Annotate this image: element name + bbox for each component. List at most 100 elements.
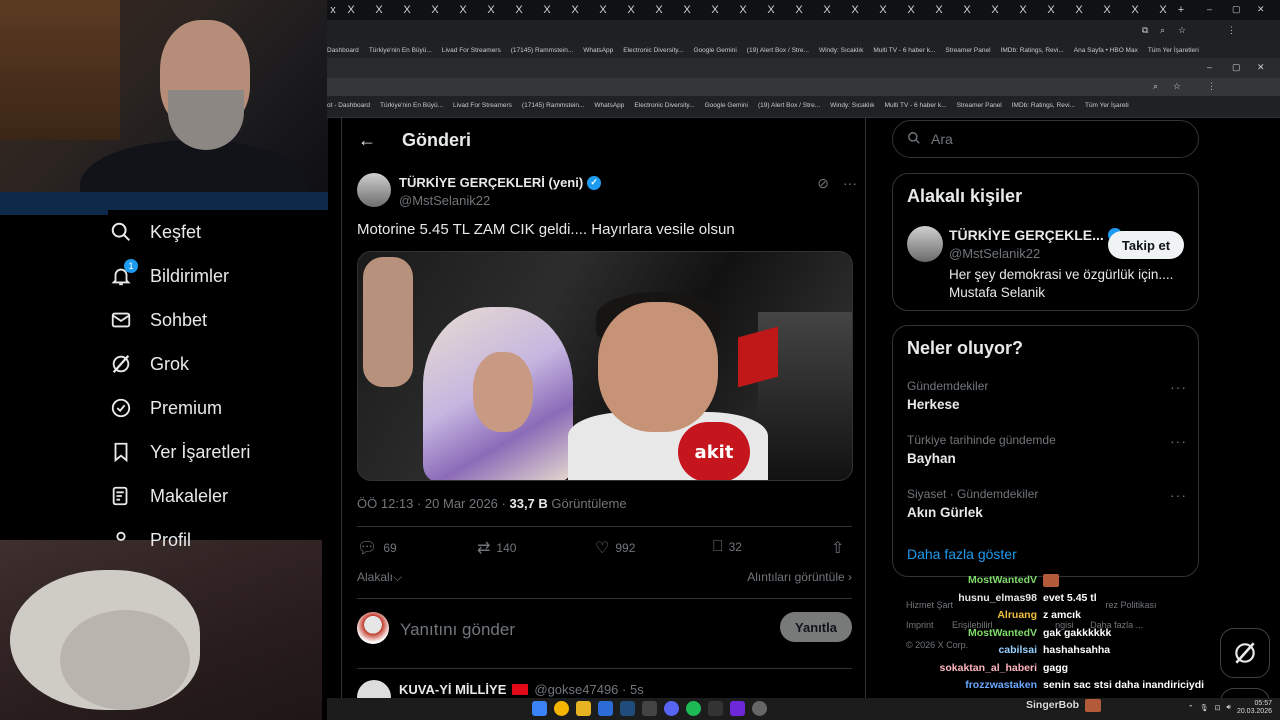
back-arrow-icon[interactable]: ← [358, 130, 376, 151]
reply-input[interactable]: Yanıtını gönder [400, 620, 515, 640]
bookmark-item[interactable]: (19) Alert Box / Stre... [747, 47, 809, 54]
verified-icon: ✓ [587, 175, 602, 190]
relevant-handle[interactable]: @MstSelanik22 [949, 246, 1040, 261]
bookmark-item[interactable]: Ana Sayfa • HBO Max [1074, 47, 1138, 54]
repost-button[interactable]: ⇄ 140 [477, 538, 516, 558]
chat-message: cabilsai hashahsahha [920, 644, 1110, 656]
chat-username: sokaktan_al_haberi [939, 661, 1037, 674]
like-button[interactable]: ♡ 992 [595, 538, 635, 558]
bookmark-item[interactable]: Windy: Sıcaklık [819, 47, 863, 54]
search-input[interactable]: Ara [892, 120, 1199, 158]
nav-messages[interactable]: Sohbet [108, 298, 318, 342]
app-icon[interactable] [752, 701, 767, 716]
clock[interactable]: 05:57 20.03.2026 [1237, 700, 1272, 716]
more-icon[interactable]: ··· [843, 175, 857, 192]
reply-submit-button[interactable]: Yanıtla [780, 612, 852, 642]
bookmark-item[interactable]: Türkiye'nin En Büyü... [369, 47, 432, 54]
nav-notifications[interactable]: 1 Bildirimler [108, 254, 318, 298]
nav-explore[interactable]: Keşfet [108, 210, 318, 254]
bookmark-item[interactable]: Multi TV - 6 haber k... [885, 102, 947, 109]
bookmark-item[interactable]: Tüm Yer İşaretleri [1148, 47, 1199, 54]
bookmark-item[interactable]: Livad For Streamers [453, 102, 512, 109]
folder-icon[interactable] [576, 701, 591, 716]
more-icon[interactable]: ··· [1170, 379, 1187, 395]
reply-button[interactable]: 💬︎ 69 [357, 538, 397, 558]
chat-username: husnu_elmas98 [958, 591, 1037, 604]
nav-profile[interactable]: Profil [108, 518, 318, 562]
steam-icon[interactable] [620, 701, 635, 716]
nav-grok[interactable]: Grok [108, 342, 318, 386]
post-media[interactable]: akit [357, 251, 853, 481]
bookmark-item[interactable]: (17145) Rammstein... [522, 102, 585, 109]
spotify-icon[interactable] [686, 701, 701, 716]
related-dropdown[interactable]: Alakalı⌵ [357, 570, 402, 584]
chat-message: frozzwastaken senin sac stsi daha inandir… [920, 679, 1204, 691]
avatar[interactable] [357, 173, 391, 207]
bookmark-item[interactable]: Multi TV - 6 haber k... [873, 47, 935, 54]
url-bar[interactable]: ⌕ ☆ ⋮ [327, 78, 1280, 96]
app-icon[interactable] [708, 701, 723, 716]
more-icon[interactable]: ··· [1170, 487, 1187, 503]
app-icon[interactable] [598, 701, 613, 716]
view-quotes-link[interactable]: Alıntıları görüntüle › [747, 570, 852, 584]
app-icon[interactable] [642, 701, 657, 716]
bookmark-item[interactable]: IMDb: Ratings, Revi... [1012, 102, 1075, 109]
reply-icon: 💬︎ [357, 540, 378, 557]
bookmark-item[interactable]: WhatsApp [583, 47, 613, 54]
trend-item[interactable]: Siyaset · Gündemdekiler Akın Gürlek ··· [907, 487, 1187, 520]
more-icon[interactable]: ··· [1170, 433, 1187, 449]
share-button[interactable]: ⇧ [831, 538, 844, 558]
bookmark-item[interactable]: IMDb: Ratings, Revi... [1001, 47, 1064, 54]
nav-bookmarks[interactable]: Yer İşaretleri [108, 430, 318, 474]
trend-item[interactable]: Türkiye tarihinde gündemde Bayhan ··· [907, 433, 1187, 466]
relevant-name[interactable]: TÜRKİYE GERÇEKLE... [949, 227, 1104, 243]
discord-icon[interactable] [664, 701, 679, 716]
bookmark-item[interactable]: Livad For Streamers [442, 47, 501, 54]
avatar[interactable] [907, 226, 943, 262]
network-icon[interactable]: ⊡ [1215, 704, 1221, 712]
bookmark-button[interactable]: ⎕ 32 [713, 538, 742, 556]
bookmark-item[interactable]: Streamer Panel [945, 47, 990, 54]
mic-icon[interactable]: 🎙︎ [1200, 704, 1209, 712]
bookmark-item[interactable]: Dashboard [327, 47, 359, 54]
windows-start-icon[interactable] [532, 701, 547, 716]
bookmark-item[interactable]: Türkiye'nin En Büyü... [380, 102, 443, 109]
volume-icon[interactable]: 🔊︎ [1227, 704, 1231, 712]
author-name-wrap[interactable]: TÜRKİYE GERÇEKLERİ (yeni) ✓ [399, 175, 602, 190]
relevant-name-wrap[interactable]: TÜRKİYE GERÇEKLE...✓ [949, 227, 1122, 243]
left-navigation: Keşfet 1 Bildirimler Sohbet Grok Premium… [108, 210, 328, 550]
bookmark-item[interactable]: Streamer Panel [957, 102, 1002, 109]
bookmark-item[interactable]: ot - Dashboard [327, 102, 370, 109]
bookmark-item[interactable]: Windy: Sıcaklık [830, 102, 874, 109]
post-time[interactable]: ÖÖ 12:13 · 20 Mar 2026 · [357, 496, 506, 511]
follow-button[interactable]: Takip et [1108, 231, 1184, 259]
reply-author-name[interactable]: KUVA-Yİ MİLLİYE [399, 682, 506, 697]
article-icon [108, 483, 134, 509]
show-more-link[interactable]: Daha fazla göster [907, 546, 1017, 562]
chrome-icon[interactable] [554, 701, 569, 716]
taskbar: ⌃ 🎙︎ ⊡ 🔊︎ 05:57 20.03.2026 [327, 698, 1280, 720]
author-handle[interactable]: @MstSelanik22 [399, 193, 490, 208]
grok-floating-button[interactable] [1220, 628, 1270, 678]
chevron-up-icon[interactable]: ⌃ [1188, 704, 1194, 712]
nav-articles[interactable]: Makaleler [108, 474, 318, 518]
bookmark-item[interactable]: Electronic Diversity... [623, 47, 683, 54]
bookmark-item[interactable]: WhatsApp [594, 102, 624, 109]
card-title: Neler oluyor? [907, 338, 1024, 358]
footer-link[interactable]: rez Politikası [1106, 600, 1157, 610]
author-name[interactable]: TÜRKİYE GERÇEKLERİ (yeni) [399, 175, 583, 190]
share-icon: ⇧ [831, 540, 845, 557]
next-reply[interactable]: KUVA-Yİ MİLLİYE @gokse47496 · 5s [357, 680, 852, 714]
bookmark-item[interactable]: Electronic Diversity... [634, 102, 694, 109]
bookmark-item[interactable]: Google Gemini [705, 102, 748, 109]
bookmark-item[interactable]: (17145) Rammstein... [511, 47, 574, 54]
bookmark-item[interactable]: (19) Alert Box / Stre... [758, 102, 820, 109]
singer-name: SingerBob [1026, 699, 1080, 711]
reply-author-handle[interactable]: @gokse47496 · 5s [534, 682, 643, 697]
grok-icon[interactable]: ⊘ [817, 175, 829, 192]
bookmark-item[interactable]: Tüm Yer İşareti [1085, 102, 1129, 109]
bookmark-item[interactable]: Google Gemini [693, 47, 736, 54]
app-icon[interactable] [730, 701, 745, 716]
nav-premium[interactable]: Premium [108, 386, 318, 430]
trend-item[interactable]: Gündemdekiler Herkese ··· [907, 379, 1187, 412]
